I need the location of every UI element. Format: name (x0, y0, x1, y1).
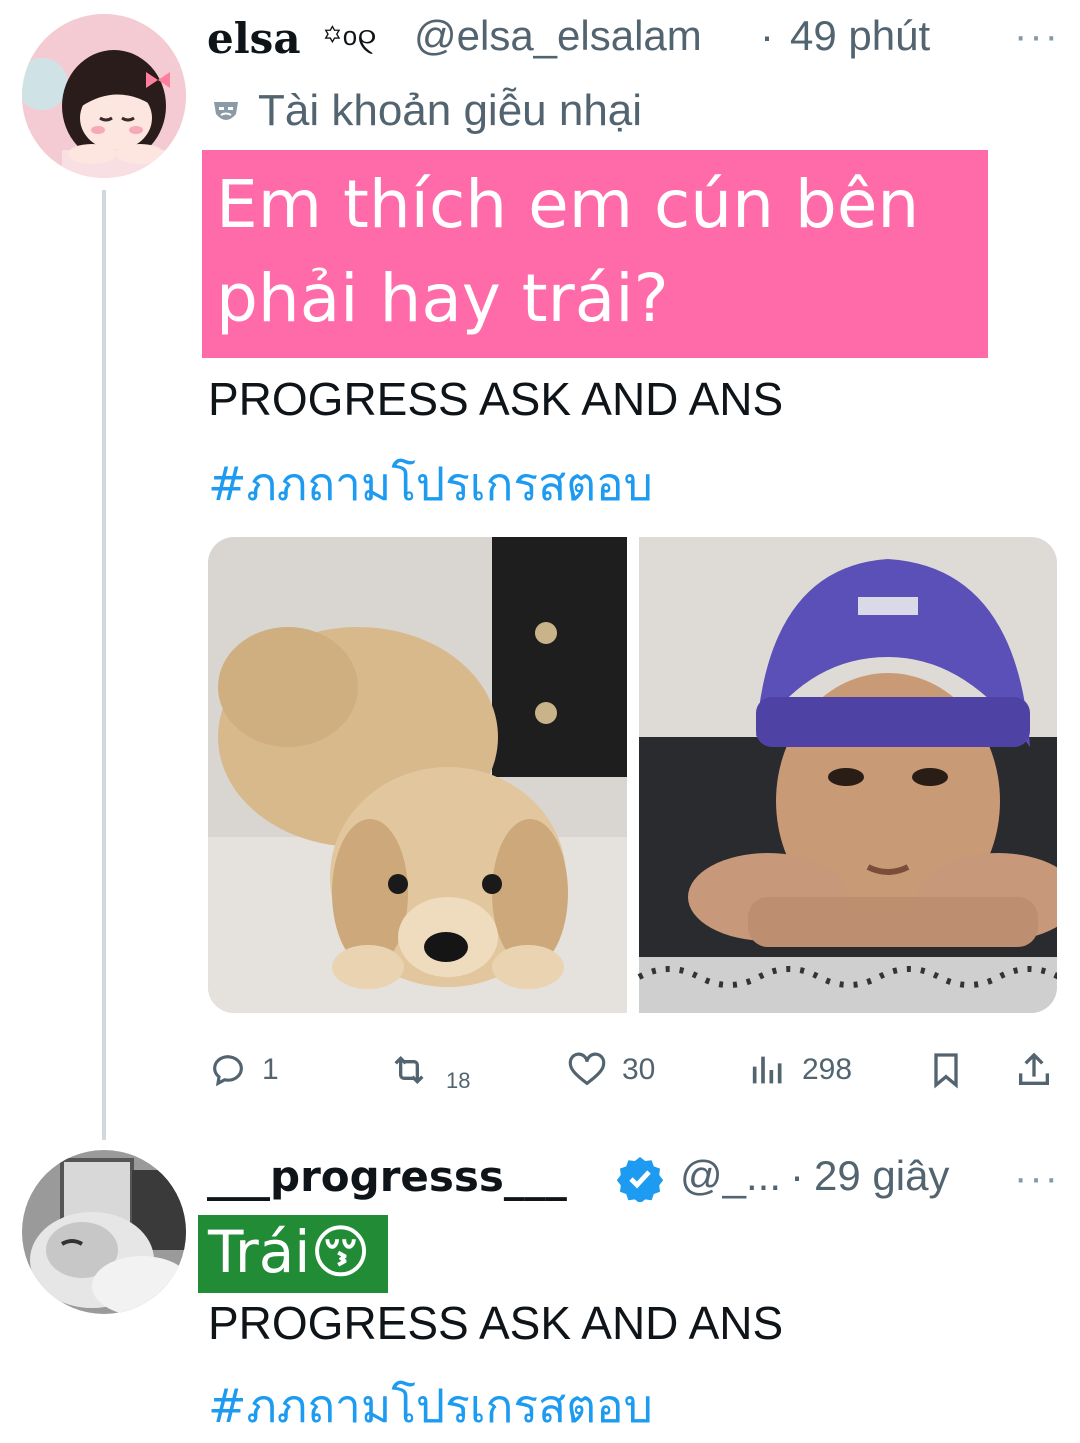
bookmark-icon (934, 1053, 958, 1089)
repost-button[interactable]: 18 (386, 1040, 470, 1100)
hashtag-link[interactable]: #ภภถามโปรเกรสตอบ (208, 1370, 653, 1443)
verified-badge-icon (616, 1154, 664, 1204)
answer-text: Trái😚 (208, 1218, 371, 1286)
parody-account-label: Tài khoản giễu nhại (258, 86, 643, 135)
question-text: Em thích em cún bên phải hay trái? (216, 166, 920, 337)
avatar-elsa[interactable] (22, 14, 186, 178)
like-button[interactable]: 30 (566, 1040, 655, 1100)
tweet-body-line: PROGRESS ASK AND ANS (208, 373, 784, 425)
share-icon (1019, 1052, 1049, 1085)
repost-count: 18 (446, 1068, 471, 1093)
views-chart-icon (752, 1056, 782, 1084)
puppy-photo[interactable] (208, 537, 627, 1013)
share-button[interactable] (1014, 1040, 1068, 1100)
person-beanie-photo[interactable] (637, 537, 1057, 1013)
timestamp[interactable]: 29 giây (814, 1152, 949, 1200)
separator: · (790, 1152, 804, 1199)
theater-mask-icon (210, 96, 242, 128)
separator: · (760, 12, 774, 59)
views-button[interactable]: 298 (748, 1040, 852, 1100)
action-bar: 1 18 30 298 (208, 1040, 1058, 1100)
views-count: 298 (802, 1053, 853, 1086)
thread-connector-line (102, 190, 106, 1140)
reply-count: 1 (262, 1053, 279, 1086)
timestamp[interactable]: 49 phút (790, 12, 930, 60)
bookmark-button[interactable] (926, 1040, 980, 1100)
more-options-button[interactable]: ··· (1014, 1156, 1060, 1201)
tweet-body-line: PROGRESS ASK AND ANS (208, 1297, 784, 1349)
media-grid[interactable] (208, 537, 1057, 1013)
display-name[interactable]: elsa (207, 14, 301, 63)
handle[interactable]: @elsa_elsalam (414, 12, 702, 60)
reply-icon (213, 1055, 243, 1087)
repost-icon (394, 1055, 424, 1085)
display-name[interactable]: ___progresss___ (207, 1152, 567, 1201)
reply-button[interactable]: 1 (208, 1040, 279, 1100)
more-options-button[interactable]: ··· (1014, 14, 1060, 59)
avatar-progresss[interactable] (22, 1150, 186, 1314)
handle[interactable]: @_... (680, 1152, 781, 1200)
heart-icon (568, 1052, 606, 1086)
hashtag-link[interactable]: #ภภถามโปรเกรสตอบ (208, 448, 653, 521)
like-count: 30 (622, 1053, 656, 1086)
name-decoration: ꙳ᵒ୧ (322, 21, 377, 63)
